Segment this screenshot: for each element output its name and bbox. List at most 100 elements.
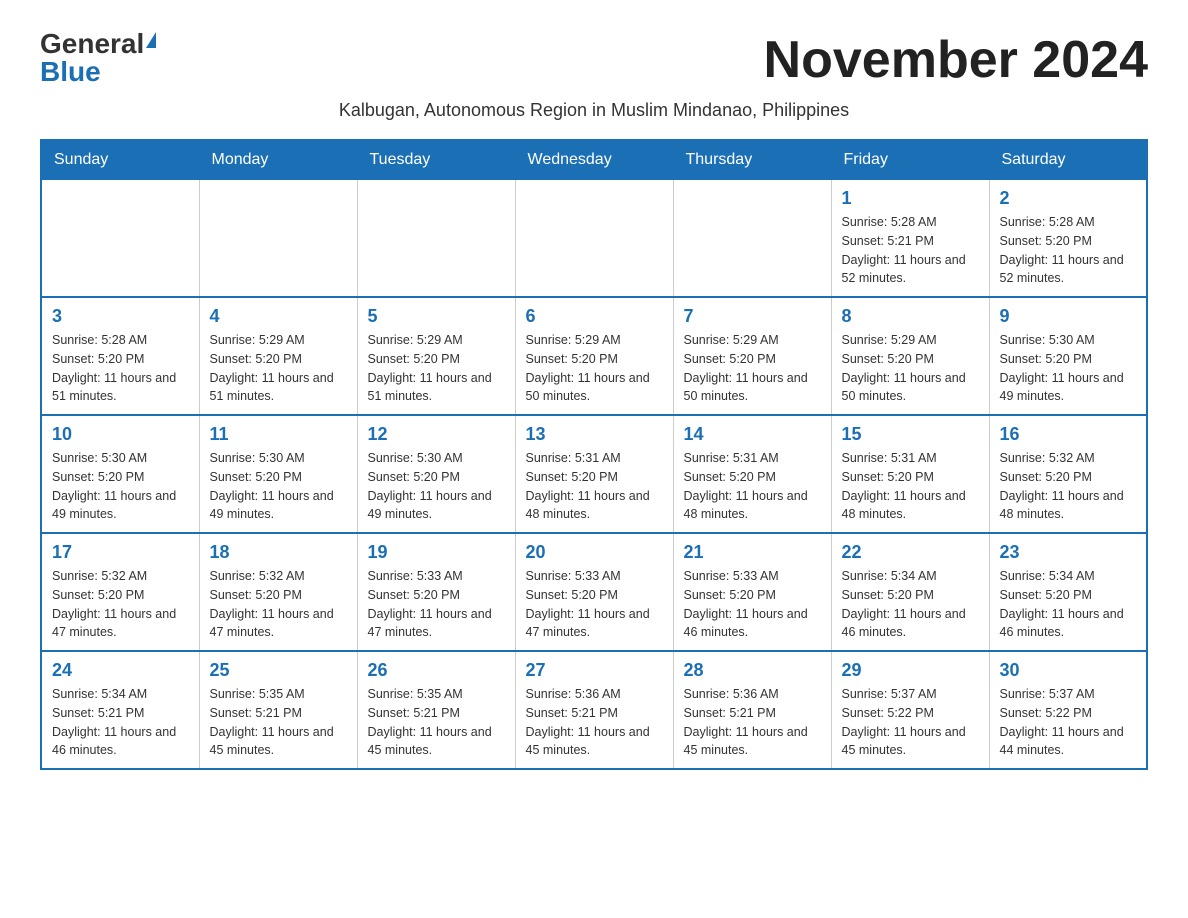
calendar-cell: 26 Sunrise: 5:35 AMSunset: 5:21 PMDayligh… (357, 651, 515, 769)
week-row-3: 10 Sunrise: 5:30 AMSunset: 5:20 PMDayligh… (41, 415, 1147, 533)
calendar-cell: 24 Sunrise: 5:34 AMSunset: 5:21 PMDayligh… (41, 651, 199, 769)
logo-triangle-icon (146, 32, 156, 48)
calendar-cell: 30 Sunrise: 5:37 AMSunset: 5:22 PMDayligh… (989, 651, 1147, 769)
day-number: 10 (52, 424, 189, 445)
day-number: 20 (526, 542, 663, 563)
day-info: Sunrise: 5:36 AMSunset: 5:21 PMDaylight:… (684, 685, 821, 760)
header-wednesday: Wednesday (515, 140, 673, 180)
logo-general: General (40, 30, 144, 58)
day-info: Sunrise: 5:33 AMSunset: 5:20 PMDaylight:… (368, 567, 505, 642)
day-info: Sunrise: 5:29 AMSunset: 5:20 PMDaylight:… (526, 331, 663, 406)
logo-blue: Blue (40, 58, 101, 86)
day-info: Sunrise: 5:30 AMSunset: 5:20 PMDaylight:… (1000, 331, 1137, 406)
day-number: 2 (1000, 188, 1137, 209)
day-info: Sunrise: 5:31 AMSunset: 5:20 PMDaylight:… (842, 449, 979, 524)
calendar-cell: 16Sunrise: 5:32 AMSunset: 5:20 PMDayligh… (989, 415, 1147, 533)
calendar-cell: 17 Sunrise: 5:32 AMSunset: 5:20 PMDayligh… (41, 533, 199, 651)
day-number: 30 (1000, 660, 1137, 681)
week-row-4: 17 Sunrise: 5:32 AMSunset: 5:20 PMDayligh… (41, 533, 1147, 651)
header-tuesday: Tuesday (357, 140, 515, 180)
calendar-cell (515, 180, 673, 298)
day-info: Sunrise: 5:34 AMSunset: 5:20 PMDaylight:… (842, 567, 979, 642)
day-number: 11 (210, 424, 347, 445)
day-number: 17 (52, 542, 189, 563)
calendar-cell: 14 Sunrise: 5:31 AMSunset: 5:20 PMDayligh… (673, 415, 831, 533)
day-info: Sunrise: 5:32 AMSunset: 5:20 PMDaylight:… (210, 567, 347, 642)
week-row-1: 1 Sunrise: 5:28 AMSunset: 5:21 PMDaylight… (41, 180, 1147, 298)
calendar-header-row: SundayMondayTuesdayWednesdayThursdayFrid… (41, 140, 1147, 180)
calendar-cell: 18 Sunrise: 5:32 AMSunset: 5:20 PMDayligh… (199, 533, 357, 651)
day-number: 28 (684, 660, 821, 681)
page-header: General Blue November 2024 (40, 30, 1148, 90)
day-info: Sunrise: 5:36 AMSunset: 5:21 PMDaylight:… (526, 685, 663, 760)
calendar-cell: 6Sunrise: 5:29 AMSunset: 5:20 PMDaylight… (515, 297, 673, 415)
day-number: 9 (1000, 306, 1137, 327)
day-info: Sunrise: 5:30 AMSunset: 5:20 PMDaylight:… (52, 449, 189, 524)
calendar-cell: 22 Sunrise: 5:34 AMSunset: 5:20 PMDayligh… (831, 533, 989, 651)
day-number: 13 (526, 424, 663, 445)
day-number: 26 (368, 660, 505, 681)
day-number: 1 (842, 188, 979, 209)
calendar-cell: 19 Sunrise: 5:33 AMSunset: 5:20 PMDayligh… (357, 533, 515, 651)
calendar-cell: 20 Sunrise: 5:33 AMSunset: 5:20 PMDayligh… (515, 533, 673, 651)
calendar-cell: 23 Sunrise: 5:34 AMSunset: 5:20 PMDayligh… (989, 533, 1147, 651)
day-info: Sunrise: 5:33 AMSunset: 5:20 PMDaylight:… (526, 567, 663, 642)
header-monday: Monday (199, 140, 357, 180)
calendar-cell: 13 Sunrise: 5:31 AMSunset: 5:20 PMDayligh… (515, 415, 673, 533)
day-info: Sunrise: 5:29 AMSunset: 5:20 PMDaylight:… (684, 331, 821, 406)
calendar-cell: 5 Sunrise: 5:29 AMSunset: 5:20 PMDaylight… (357, 297, 515, 415)
calendar-cell: 4 Sunrise: 5:29 AMSunset: 5:20 PMDaylight… (199, 297, 357, 415)
day-info: Sunrise: 5:34 AMSunset: 5:21 PMDaylight:… (52, 685, 189, 760)
day-info: Sunrise: 5:30 AMSunset: 5:20 PMDaylight:… (368, 449, 505, 524)
day-info: Sunrise: 5:31 AMSunset: 5:20 PMDaylight:… (684, 449, 821, 524)
calendar-cell: 1 Sunrise: 5:28 AMSunset: 5:21 PMDaylight… (831, 180, 989, 298)
calendar-cell (41, 180, 199, 298)
calendar-table: SundayMondayTuesdayWednesdayThursdayFrid… (40, 139, 1148, 770)
calendar-cell (673, 180, 831, 298)
subtitle: Kalbugan, Autonomous Region in Muslim Mi… (40, 100, 1148, 121)
day-number: 15 (842, 424, 979, 445)
day-info: Sunrise: 5:33 AMSunset: 5:20 PMDaylight:… (684, 567, 821, 642)
week-row-2: 3 Sunrise: 5:28 AMSunset: 5:20 PMDaylight… (41, 297, 1147, 415)
day-info: Sunrise: 5:29 AMSunset: 5:20 PMDaylight:… (842, 331, 979, 406)
day-number: 16 (1000, 424, 1137, 445)
day-info: Sunrise: 5:34 AMSunset: 5:20 PMDaylight:… (1000, 567, 1137, 642)
day-number: 4 (210, 306, 347, 327)
day-number: 14 (684, 424, 821, 445)
calendar-cell: 7 Sunrise: 5:29 AMSunset: 5:20 PMDaylight… (673, 297, 831, 415)
day-number: 18 (210, 542, 347, 563)
day-number: 3 (52, 306, 189, 327)
calendar-cell: 3 Sunrise: 5:28 AMSunset: 5:20 PMDaylight… (41, 297, 199, 415)
day-info: Sunrise: 5:28 AMSunset: 5:20 PMDaylight:… (52, 331, 189, 406)
day-info: Sunrise: 5:35 AMSunset: 5:21 PMDaylight:… (368, 685, 505, 760)
month-title: November 2024 (764, 30, 1148, 90)
day-number: 5 (368, 306, 505, 327)
day-info: Sunrise: 5:29 AMSunset: 5:20 PMDaylight:… (210, 331, 347, 406)
header-thursday: Thursday (673, 140, 831, 180)
day-info: Sunrise: 5:31 AMSunset: 5:20 PMDaylight:… (526, 449, 663, 524)
week-row-5: 24 Sunrise: 5:34 AMSunset: 5:21 PMDayligh… (41, 651, 1147, 769)
day-number: 23 (1000, 542, 1137, 563)
day-number: 29 (842, 660, 979, 681)
calendar-cell: 10 Sunrise: 5:30 AMSunset: 5:20 PMDayligh… (41, 415, 199, 533)
calendar-cell: 15 Sunrise: 5:31 AMSunset: 5:20 PMDayligh… (831, 415, 989, 533)
header-saturday: Saturday (989, 140, 1147, 180)
day-number: 21 (684, 542, 821, 563)
day-info: Sunrise: 5:28 AMSunset: 5:21 PMDaylight:… (842, 213, 979, 288)
calendar-cell: 2Sunrise: 5:28 AMSunset: 5:20 PMDaylight… (989, 180, 1147, 298)
calendar-cell: 11 Sunrise: 5:30 AMSunset: 5:20 PMDayligh… (199, 415, 357, 533)
calendar-cell: 21 Sunrise: 5:33 AMSunset: 5:20 PMDayligh… (673, 533, 831, 651)
calendar-cell: 27Sunrise: 5:36 AMSunset: 5:21 PMDayligh… (515, 651, 673, 769)
day-info: Sunrise: 5:30 AMSunset: 5:20 PMDaylight:… (210, 449, 347, 524)
day-number: 19 (368, 542, 505, 563)
day-info: Sunrise: 5:29 AMSunset: 5:20 PMDaylight:… (368, 331, 505, 406)
day-number: 7 (684, 306, 821, 327)
calendar-cell (357, 180, 515, 298)
day-info: Sunrise: 5:35 AMSunset: 5:21 PMDaylight:… (210, 685, 347, 760)
day-number: 24 (52, 660, 189, 681)
day-info: Sunrise: 5:37 AMSunset: 5:22 PMDaylight:… (1000, 685, 1137, 760)
calendar-cell: 25Sunrise: 5:35 AMSunset: 5:21 PMDayligh… (199, 651, 357, 769)
day-number: 8 (842, 306, 979, 327)
day-info: Sunrise: 5:32 AMSunset: 5:20 PMDaylight:… (52, 567, 189, 642)
day-number: 22 (842, 542, 979, 563)
